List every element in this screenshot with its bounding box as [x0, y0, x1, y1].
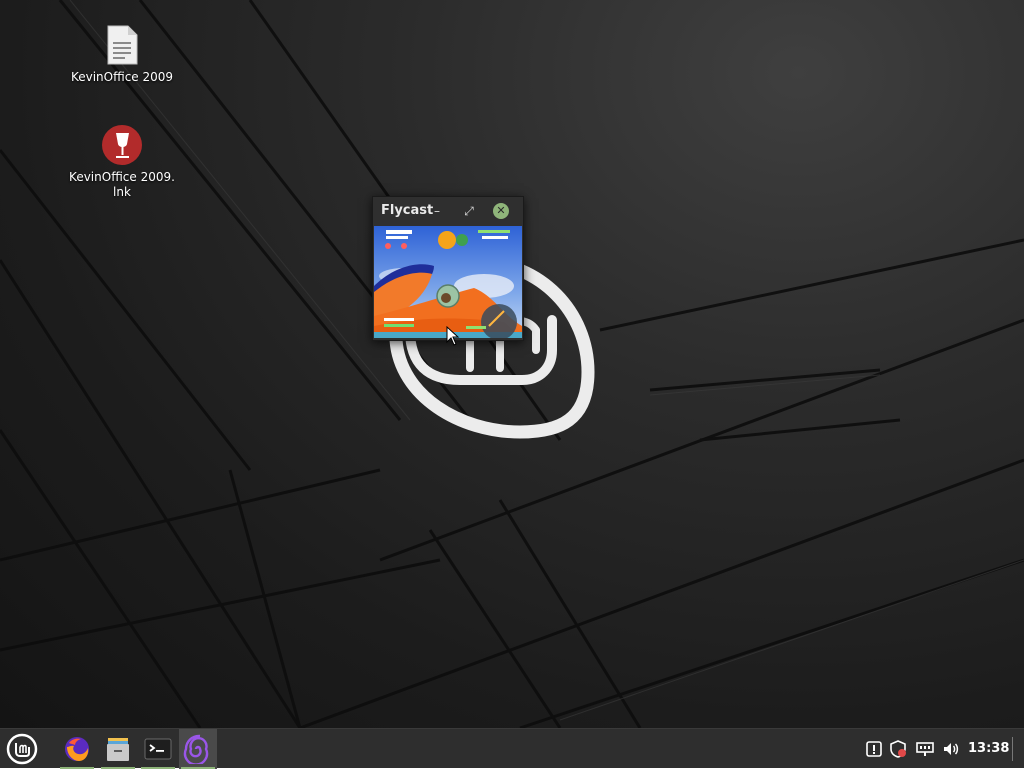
menu-button[interactable] [0, 729, 44, 769]
volume-icon[interactable] [941, 739, 961, 759]
launcher-files[interactable] [99, 729, 137, 769]
desktop-icon-kevinoffice-lnk[interactable]: KevinOffice 2009. lnk [62, 124, 182, 200]
launcher-flycast[interactable] [179, 729, 217, 769]
notification-icon[interactable] [864, 739, 884, 759]
wallpaper-mint-logo [0, 0, 1024, 728]
window-titlebar[interactable]: Flycast – ⤢ ✕ [373, 197, 523, 225]
launcher-terminal[interactable] [139, 729, 177, 769]
document-icon [107, 25, 138, 65]
window-title: Flycast [381, 203, 434, 218]
desktop-icon-kevinoffice[interactable]: KevinOffice 2009 [62, 24, 182, 85]
firefox-icon [65, 737, 89, 761]
taskbar-panel: 13:38 [0, 728, 1024, 769]
game-viewport[interactable] [374, 226, 522, 338]
flycast-window[interactable]: Flycast – ⤢ ✕ [372, 196, 524, 341]
close-button[interactable]: ✕ [493, 203, 509, 219]
flycast-swirl-icon [183, 734, 209, 764]
network-icon[interactable] [915, 739, 935, 759]
file-manager-icon [107, 738, 129, 761]
desktop: KevinOffice 2009 KevinOffice 2009. lnk F… [0, 0, 1024, 728]
terminal-icon [144, 738, 172, 760]
desktop-icon-label: KevinOffice 2009. lnk [69, 170, 175, 199]
minimize-button[interactable]: – [429, 203, 445, 219]
desktop-icon-label: KevinOffice 2009 [70, 70, 174, 84]
mouse-cursor-icon [446, 326, 460, 346]
show-desktop-button[interactable] [1012, 737, 1018, 761]
update-shield-icon[interactable] [888, 739, 908, 759]
maximize-button[interactable]: ⤢ [461, 203, 477, 219]
launcher-firefox[interactable] [58, 729, 96, 769]
panel-clock[interactable]: 13:38 [968, 741, 1009, 756]
game-scene [374, 226, 522, 338]
linux-mint-logo-icon [6, 733, 38, 765]
wine-glass-icon [102, 125, 142, 165]
